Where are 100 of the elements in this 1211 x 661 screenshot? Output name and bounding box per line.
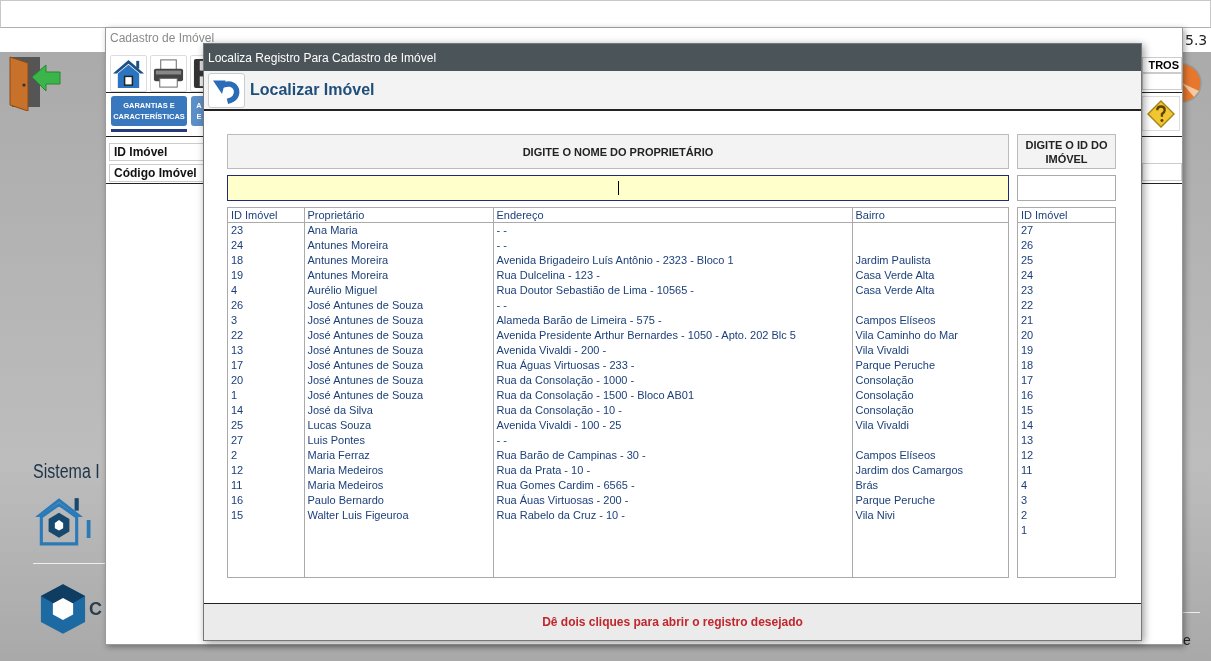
column-header: ID Imóvel [228,208,304,223]
table-cell: Rua Doutor Sebastião de Lima - 10565 - [493,283,852,298]
table-cell: Parque Peruche [852,358,1008,373]
table-cell-text: 2 [1020,508,1029,523]
table-cell: José Antunes de Souza [304,358,493,373]
table-cell-text: 13 [1020,433,1035,448]
table-cell: Rua da Consolação - 1000 - [493,373,852,388]
table-cell: 3 [228,313,304,328]
table-cell: Antunes Moreira [304,268,493,283]
column-header: Bairro [852,208,1008,223]
help-icon [1147,99,1175,128]
table-cell: 20 [228,373,304,388]
table-cell-text: 26 [1020,238,1035,253]
table-cell: 13 [228,343,304,358]
table-cell-text: 4 [1020,478,1029,493]
table-cell: José Antunes de Souza [304,298,493,313]
table-cell: 25 [228,418,304,433]
corner-text: e [1183,632,1191,648]
table-cell: Rua da Prata - 10 - [493,463,852,478]
owner-search-field[interactable] [227,175,1009,201]
table-cell: Rua Águas Virtuosas - 233 - [493,358,852,373]
table-cell: 16 [228,493,304,508]
table-cell: 19 [228,268,304,283]
table-cell-text: 11 [1020,463,1034,478]
input-field[interactable] [1142,163,1182,181]
table-cell: 11 [228,478,304,493]
printer-icon [152,57,185,90]
table-cell: Parque Peruche [852,493,1008,508]
table-cell: Paulo Bernardo [304,493,493,508]
table-cell: Rua Áuas Virtuosas - 200 - [493,493,852,508]
table-cell: 1 [228,388,304,403]
table-cell: Antunes Moreira [304,238,493,253]
table-cell-text: 21 [1020,313,1035,328]
field-label: TROS [1142,57,1182,73]
table-cell-text: 16 [1020,388,1035,403]
table-cell: 23 [228,222,304,238]
table-cell-text: 20 [1020,328,1035,343]
table-cell: Lucas Souza [304,418,493,433]
table-cell: Casa Verde Alta [852,283,1008,298]
id-search-field[interactable] [1017,175,1116,201]
table-cell: Rua Dulcelina - 123 - [493,268,852,283]
table-cell: Jardim Paulista [852,253,1008,268]
table-cell: Walter Luis Figeuroa [304,508,493,523]
help-button[interactable] [1142,96,1180,131]
table-cell: José da Silva [304,403,493,418]
table-cell: - - [493,238,852,253]
table-cell: - - [493,222,852,238]
hint-text: Dê dois cliques para abrir o registro desejado [542,615,803,629]
table-cell-text: 17 [1020,373,1035,388]
table-cell: Consolação [852,403,1008,418]
dialog-heading: Localizar Imóvel [250,81,375,99]
table-cell: 2 [228,448,304,463]
print-button[interactable] [150,55,187,92]
hexagon-logo-icon [40,583,86,635]
table-cell: Rua Rabelo da Cruz - 10 - [493,508,852,523]
table-cell-text: 25 [1020,253,1035,268]
table-cell: Rua Gomes Cardim - 6565 - [493,478,852,493]
table-cell: Aurélio Miguel [304,283,493,298]
table-cell: Campos Elíseos [852,313,1008,328]
table-cell: Maria Ferraz [304,448,493,463]
table-cell: 15 [228,508,304,523]
table-cell: José Antunes de Souza [304,373,493,388]
column-header: DIGITE O NOME DO PROPRIETÁRIO [227,134,1009,169]
table-cell: Campos Elíseos [852,448,1008,463]
table-cell: Vila Caminho do Mar [852,328,1008,343]
table-cell: Maria Medeiros [304,478,493,493]
table-cell: - - [493,433,852,448]
column-header: DIGITE O ID DO IMÓVEL [1017,134,1116,169]
table-cell: 27 [1018,222,1115,238]
version-label: 5.3 [1185,32,1208,48]
back-button[interactable] [208,72,245,108]
table-cell-text: 14 [1020,418,1035,433]
table-cell: Rua Barão de Campinas - 30 - [493,448,852,463]
exit-door-icon[interactable] [6,55,62,111]
table-cell-text: 12 [1020,448,1035,463]
table-cell: Vila Vivaldi [852,343,1008,358]
table-cell: Rua da Consolação - 10 - [493,403,852,418]
home-button[interactable] [110,55,147,92]
column-header: ID Imóvel [1018,208,1115,223]
table-cell: Consolação [852,388,1008,403]
table-cell: Consolação [852,373,1008,388]
table-cell: 14 [228,403,304,418]
table-cell: 24 [228,238,304,253]
table-cell-text: 18 [1020,358,1035,373]
logo-text: I [85,513,93,546]
home-icon [112,57,145,90]
table-cell: Maria Medeiros [304,463,493,478]
table-cell: Avenida Vivaldi - 100 - 25 [493,418,852,433]
table-cell-text: 24 [1020,268,1035,283]
dialog-title: Localiza Registro Para Cadastro de Imóvel [208,50,437,65]
table-cell: 27 [228,433,304,448]
table-cell: José Antunes de Souza [304,313,493,328]
input-field[interactable] [1142,73,1182,90]
table-cell: Alameda Barão de Limeira - 575 - [493,313,852,328]
table-cell: Vila Vivaldi [852,418,1008,433]
table-cell-text: 23 [1020,283,1035,298]
table-cell: José Antunes de Souza [304,328,493,343]
table-cell-text: 1 [1020,523,1029,538]
table-cell: 4 [228,283,304,298]
window-title: Cadastro de Imóvel [110,31,215,45]
